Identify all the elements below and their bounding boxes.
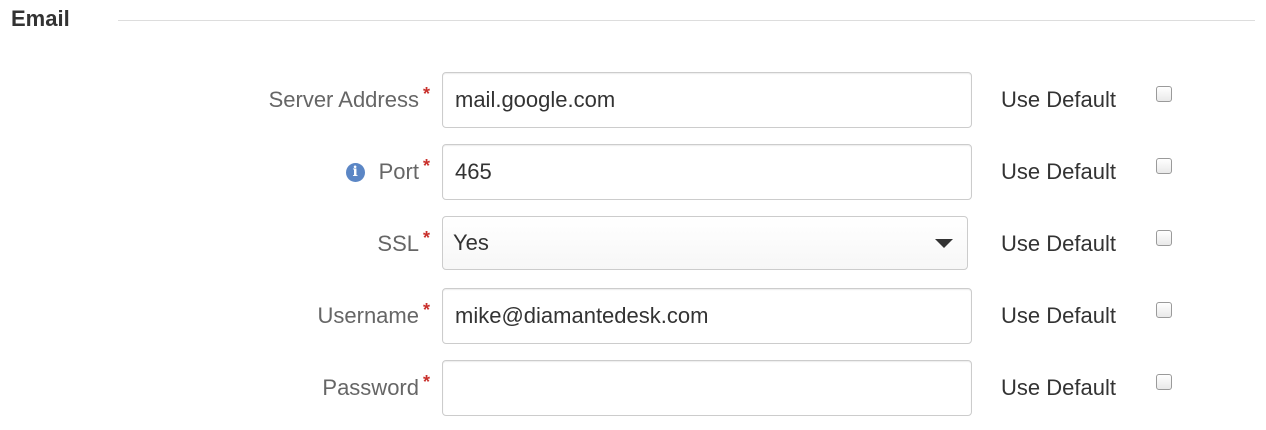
server-address-row: Server Address * Use Default bbox=[0, 72, 1266, 128]
ssl-label: SSL * bbox=[377, 216, 430, 272]
server-address-label-text: Server Address bbox=[268, 87, 419, 112]
info-icon[interactable]: i bbox=[345, 162, 365, 182]
port-label-text: Port bbox=[378, 159, 419, 184]
username-label: Username * bbox=[318, 288, 431, 344]
required-star: * bbox=[422, 155, 430, 176]
port-use-default-checkbox[interactable] bbox=[1156, 158, 1172, 174]
port-label: i Port * bbox=[345, 144, 430, 200]
required-star: * bbox=[422, 83, 430, 104]
ssl-use-default-label: Use Default bbox=[1001, 231, 1116, 256]
ssl-select[interactable]: Yes bbox=[442, 216, 968, 270]
password-label: Password * bbox=[322, 360, 430, 416]
password-input[interactable] bbox=[442, 360, 972, 416]
server-address-input[interactable] bbox=[442, 72, 972, 128]
password-use-default-checkbox[interactable] bbox=[1156, 374, 1172, 390]
caret-down-icon bbox=[935, 238, 953, 248]
section-divider bbox=[118, 20, 1255, 21]
username-row: Username * Use Default bbox=[0, 288, 1266, 344]
server-address-label: Server Address * bbox=[269, 72, 430, 128]
port-input[interactable] bbox=[442, 144, 972, 200]
username-use-default-checkbox[interactable] bbox=[1156, 302, 1172, 318]
password-use-default-label: Use Default bbox=[1001, 375, 1116, 400]
required-star: * bbox=[422, 371, 430, 392]
username-input[interactable] bbox=[442, 288, 972, 344]
port-row: i Port * Use Default bbox=[0, 144, 1266, 200]
server-address-use-default-label: Use Default bbox=[1001, 87, 1116, 112]
required-star: * bbox=[422, 299, 430, 320]
port-use-default-label: Use Default bbox=[1001, 159, 1116, 184]
ssl-row: SSL * Yes Use Default bbox=[0, 216, 1266, 272]
ssl-select-value: Yes bbox=[453, 230, 489, 255]
password-row: Password * Use Default bbox=[0, 360, 1266, 416]
email-settings-panel: Email Server Address * Use Default i Por… bbox=[0, 0, 1266, 430]
required-star: * bbox=[422, 227, 430, 248]
section-title: Email bbox=[11, 6, 70, 31]
ssl-use-default-checkbox[interactable] bbox=[1156, 230, 1172, 246]
username-use-default-label: Use Default bbox=[1001, 303, 1116, 328]
password-label-text: Password bbox=[322, 375, 419, 400]
server-address-use-default-checkbox[interactable] bbox=[1156, 86, 1172, 102]
ssl-label-text: SSL bbox=[377, 231, 419, 256]
username-label-text: Username bbox=[317, 303, 419, 328]
